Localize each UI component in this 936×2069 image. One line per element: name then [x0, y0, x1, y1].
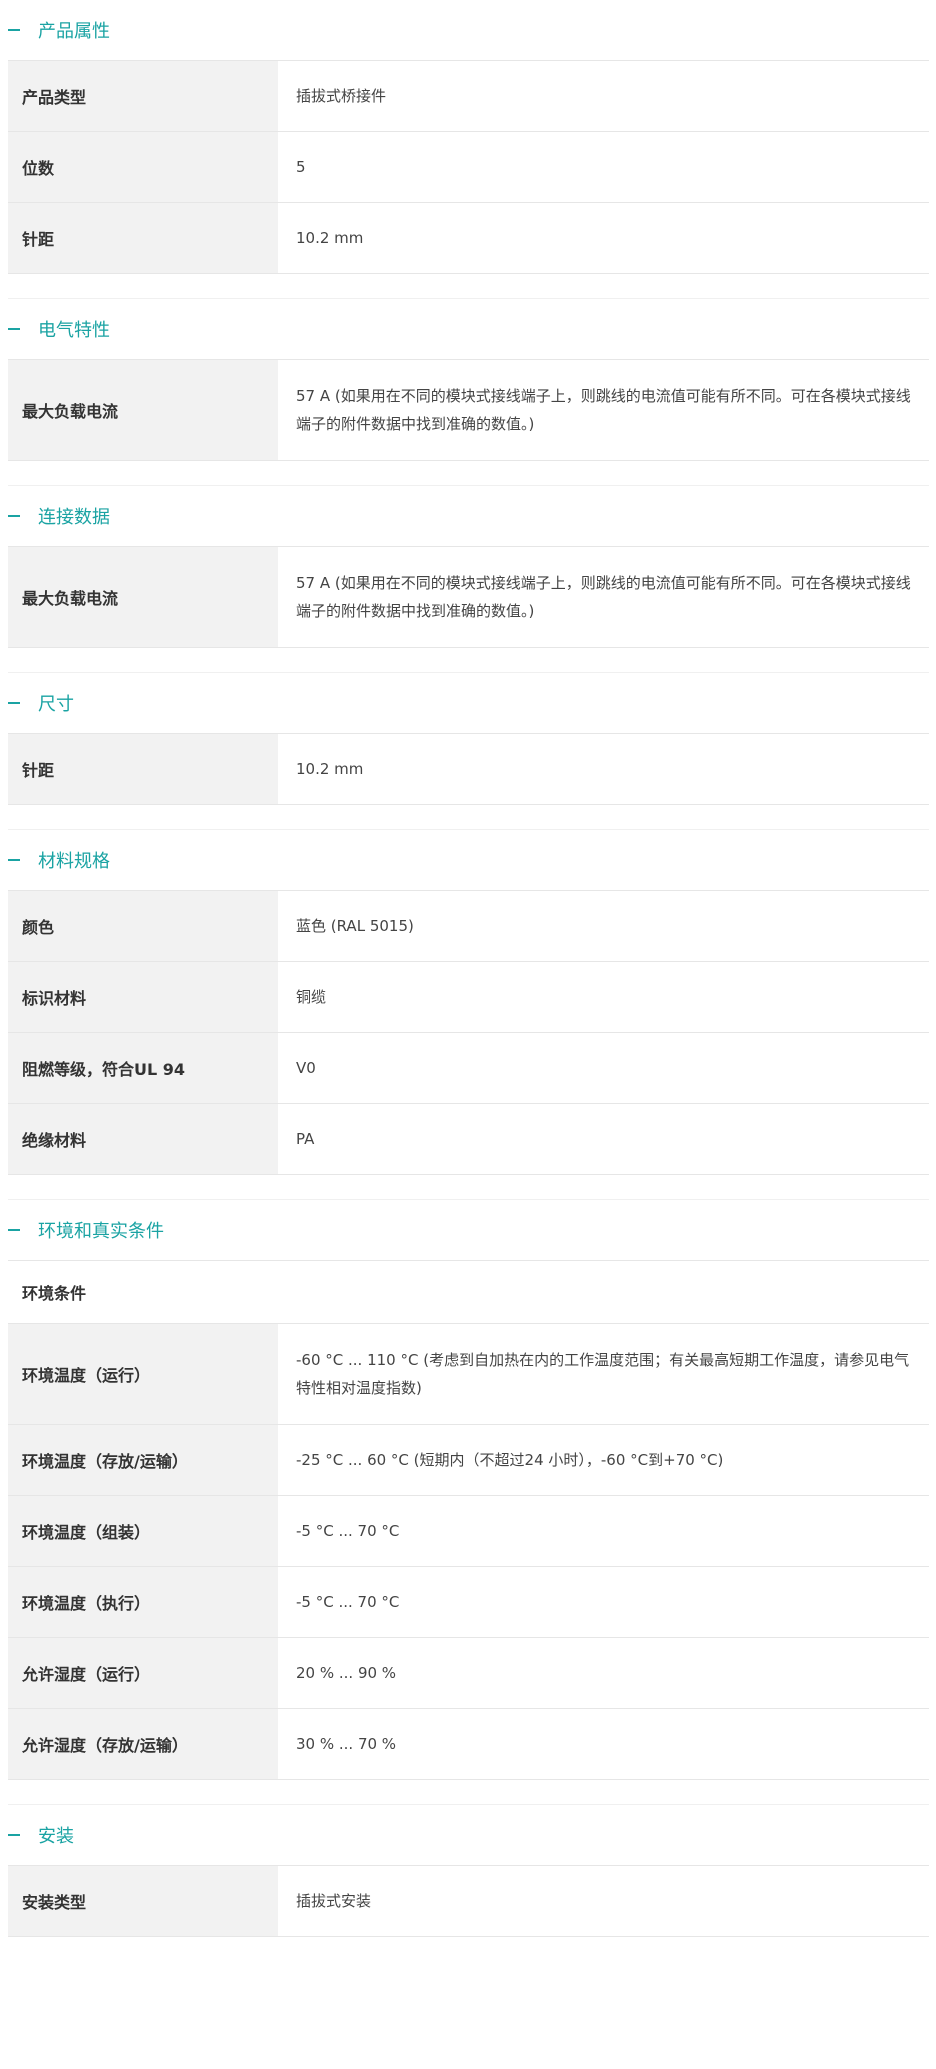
section-connection: 连接数据 最大负载电流 57 A (如果用在不同的模块式接线端子上，则跳线的电流…: [0, 486, 936, 673]
row-label: 标识材料: [8, 962, 278, 1032]
spec-table: 安装类型 插拔式安装: [8, 1865, 929, 1937]
section-title: 材料规格: [38, 851, 110, 872]
section-header[interactable]: 连接数据: [0, 486, 936, 546]
table-row: 针距 10.2 mm: [8, 734, 929, 805]
section-product-properties: 产品属性 产品类型 插拔式桥接件 位数 5 针距 10.2 mm: [0, 0, 936, 299]
section-electrical: 电气特性 最大负载电流 57 A (如果用在不同的模块式接线端子上，则跳线的电流…: [0, 299, 936, 486]
row-value: -5 °C ... 70 °C: [296, 1522, 400, 1540]
spec-table: 最大负载电流 57 A (如果用在不同的模块式接线端子上，则跳线的电流值可能有所…: [8, 546, 929, 648]
table-row: 最大负载电流 57 A (如果用在不同的模块式接线端子上，则跳线的电流值可能有所…: [8, 547, 929, 648]
row-value: 57 A (如果用在不同的模块式接线端子上，则跳线的电流值可能有所不同。可在各模…: [296, 387, 911, 433]
row-value: 插拔式安装: [296, 1892, 372, 1910]
table-row: 环境温度（组装） -5 °C ... 70 °C: [8, 1496, 929, 1567]
table-row: 环境温度（执行） -5 °C ... 70 °C: [8, 1567, 929, 1638]
table-row: 位数 5: [8, 132, 929, 203]
row-label: 允许湿度（运行）: [8, 1638, 278, 1708]
section-header[interactable]: 安装: [0, 1805, 936, 1865]
row-label: 安装类型: [8, 1866, 278, 1936]
row-value: 蓝色 (RAL 5015): [296, 917, 414, 935]
section-environment: 环境和真实条件 环境条件 环境温度（运行） -60 °C ... 110 °C …: [0, 1200, 936, 1805]
row-label: 位数: [8, 132, 278, 202]
table-row: 产品类型 插拔式桥接件: [8, 61, 929, 132]
row-value: 30 % ... 70 %: [296, 1735, 397, 1753]
row-label: 阻燃等级，符合UL 94: [8, 1033, 278, 1103]
spec-table: 环境条件 环境温度（运行） -60 °C ... 110 °C (考虑到自加热在…: [8, 1260, 929, 1780]
row-value: 5: [296, 158, 306, 176]
spec-table: 产品类型 插拔式桥接件 位数 5 针距 10.2 mm: [8, 60, 929, 274]
section-installation: 安装 安装类型 插拔式安装: [0, 1805, 936, 1937]
row-label: 绝缘材料: [8, 1104, 278, 1174]
row-label: 针距: [8, 203, 278, 273]
section-materials: 材料规格 颜色 蓝色 (RAL 5015) 标识材料 铜缆 阻燃等级，符合UL …: [0, 830, 936, 1200]
row-value: V0: [296, 1059, 316, 1077]
section-header[interactable]: 环境和真实条件: [0, 1200, 936, 1260]
row-value: 57 A (如果用在不同的模块式接线端子上，则跳线的电流值可能有所不同。可在各模…: [296, 574, 911, 620]
row-label: 最大负载电流: [8, 360, 278, 460]
spec-table: 针距 10.2 mm: [8, 733, 929, 805]
row-value: 插拔式桥接件: [296, 87, 387, 105]
section-title: 尺寸: [38, 694, 74, 715]
minus-icon: [8, 1834, 20, 1836]
table-row: 允许湿度（存放/运输） 30 % ... 70 %: [8, 1709, 929, 1780]
row-label: 颜色: [8, 891, 278, 961]
minus-icon: [8, 29, 20, 31]
row-label: 产品类型: [8, 61, 278, 131]
table-row: 允许湿度（运行） 20 % ... 90 %: [8, 1638, 929, 1709]
table-row: 针距 10.2 mm: [8, 203, 929, 274]
table-row: 颜色 蓝色 (RAL 5015): [8, 891, 929, 962]
section-dimensions: 尺寸 针距 10.2 mm: [0, 673, 936, 830]
row-label: 针距: [8, 734, 278, 804]
section-title: 环境和真实条件: [38, 1221, 164, 1242]
minus-icon: [8, 1229, 20, 1231]
table-row: 最大负载电流 57 A (如果用在不同的模块式接线端子上，则跳线的电流值可能有所…: [8, 360, 929, 461]
table-row: 标识材料 铜缆: [8, 962, 929, 1033]
table-row: 环境温度（存放/运输） -25 °C ... 60 °C (短期内（不超过24 …: [8, 1425, 929, 1496]
table-row: 环境温度（运行） -60 °C ... 110 °C (考虑到自加热在内的工作温…: [8, 1324, 929, 1425]
row-value: -25 °C ... 60 °C (短期内（不超过24 小时），-60 °C到+…: [296, 1451, 724, 1469]
spec-table: 颜色 蓝色 (RAL 5015) 标识材料 铜缆 阻燃等级，符合UL 94 V0…: [8, 890, 929, 1175]
row-value: -60 °C ... 110 °C (考虑到自加热在内的工作温度范围；有关最高短…: [296, 1351, 910, 1397]
section-title: 连接数据: [38, 507, 110, 528]
row-label: 环境温度（运行）: [8, 1324, 278, 1424]
section-title: 电气特性: [38, 320, 110, 341]
row-label: 环境温度（组装）: [8, 1496, 278, 1566]
row-label: 环境温度（存放/运输）: [8, 1425, 278, 1495]
row-value: 铜缆: [296, 988, 327, 1006]
row-value: 10.2 mm: [296, 760, 364, 778]
section-header[interactable]: 电气特性: [0, 299, 936, 359]
row-label: 环境温度（执行）: [8, 1567, 278, 1637]
spec-container: 产品属性 产品类型 插拔式桥接件 位数 5 针距 10.2 mm 电气特性 最大…: [0, 0, 936, 1937]
group-heading: 环境条件: [8, 1261, 929, 1324]
spec-table: 最大负载电流 57 A (如果用在不同的模块式接线端子上，则跳线的电流值可能有所…: [8, 359, 929, 461]
table-row: 安装类型 插拔式安装: [8, 1866, 929, 1937]
row-label: 允许湿度（存放/运输）: [8, 1709, 278, 1779]
section-header[interactable]: 材料规格: [0, 830, 936, 890]
minus-icon: [8, 859, 20, 861]
row-value: PA: [296, 1130, 315, 1148]
minus-icon: [8, 328, 20, 330]
section-title: 安装: [38, 1826, 74, 1847]
section-title: 产品属性: [38, 21, 110, 42]
table-row: 阻燃等级，符合UL 94 V0: [8, 1033, 929, 1104]
row-value: 10.2 mm: [296, 229, 364, 247]
section-header[interactable]: 尺寸: [0, 673, 936, 733]
row-value: 20 % ... 90 %: [296, 1664, 397, 1682]
table-row: 绝缘材料 PA: [8, 1104, 929, 1175]
row-value: -5 °C ... 70 °C: [296, 1593, 400, 1611]
section-header[interactable]: 产品属性: [0, 0, 936, 60]
minus-icon: [8, 515, 20, 517]
row-label: 最大负载电流: [8, 547, 278, 647]
minus-icon: [8, 702, 20, 704]
